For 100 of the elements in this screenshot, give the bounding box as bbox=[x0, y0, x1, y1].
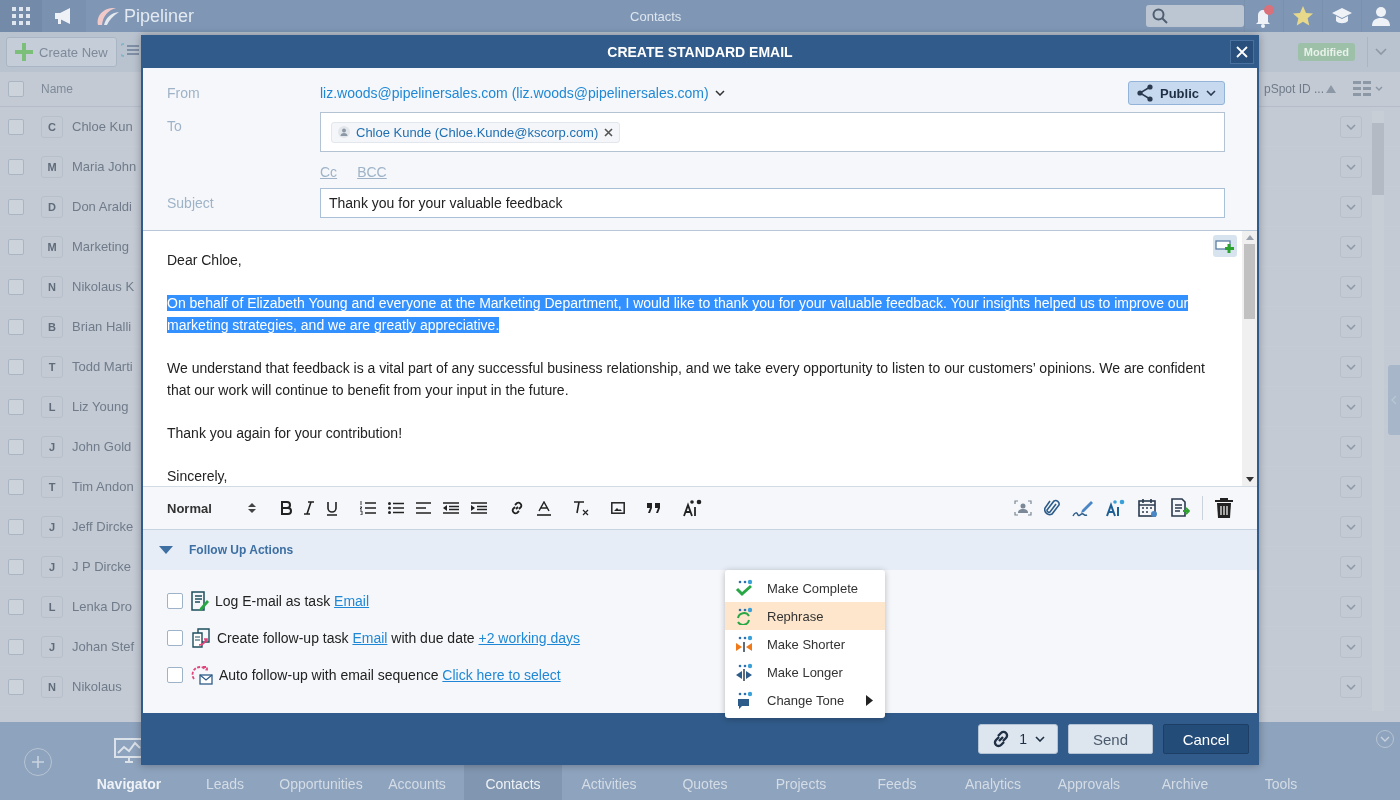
nav-tab[interactable]: Opportunities bbox=[272, 744, 370, 800]
megaphone-icon[interactable] bbox=[42, 0, 86, 32]
contact-name[interactable]: Marketing bbox=[72, 239, 130, 254]
create-new-button[interactable]: Create New bbox=[6, 37, 117, 67]
row-checkbox[interactable] bbox=[8, 278, 24, 295]
action-link[interactable]: Click here to select bbox=[442, 666, 561, 683]
action-checkbox[interactable] bbox=[167, 592, 183, 609]
email-paragraph[interactable]: We understand that feedback is a vital part of any successful business relationship, and we take every opportunity to listen to our customers’ opinions. We are confident that our work will continue to benefit from your input in the future. bbox=[167, 357, 1216, 401]
row-menu-button[interactable] bbox=[1340, 515, 1362, 538]
row-menu-button[interactable] bbox=[1340, 395, 1362, 418]
menu-item[interactable]: Rephrase bbox=[725, 602, 885, 630]
contact-name[interactable]: Nikolaus K bbox=[72, 279, 135, 294]
row-checkbox[interactable] bbox=[8, 398, 24, 415]
row-checkbox[interactable] bbox=[8, 598, 24, 615]
paragraph-style-dropdown[interactable]: Normal bbox=[167, 500, 256, 516]
contact-name[interactable]: Maria John bbox=[72, 159, 137, 174]
row-menu-button[interactable] bbox=[1340, 275, 1362, 298]
close-button[interactable] bbox=[1230, 40, 1254, 64]
row-menu-button[interactable] bbox=[1340, 595, 1362, 618]
column-header[interactable]: Name bbox=[41, 82, 73, 96]
contact-name[interactable]: Lenka Dro bbox=[72, 599, 132, 614]
sender-dropdown[interactable]: liz.woods@pipelinersales.com (liz.woods@pipelinersales.com) bbox=[320, 78, 725, 108]
row-checkbox[interactable] bbox=[8, 158, 24, 175]
contact-name[interactable]: Johan Stef bbox=[72, 639, 135, 654]
field-label: From bbox=[167, 85, 201, 101]
cc-link[interactable]: Cc bbox=[320, 164, 338, 180]
row-menu-button[interactable] bbox=[1340, 355, 1362, 378]
menu-item[interactable]: Make Longer bbox=[725, 658, 885, 686]
contact-name[interactable]: Nikolaus bbox=[72, 679, 122, 694]
row-menu-button[interactable] bbox=[1340, 115, 1362, 138]
row-checkbox[interactable] bbox=[8, 198, 24, 215]
action-link[interactable]: +2 working days bbox=[478, 629, 581, 646]
menu-item[interactable]: Make Complete bbox=[725, 574, 885, 602]
row-menu-button[interactable] bbox=[1340, 155, 1362, 178]
row-checkbox[interactable] bbox=[8, 318, 24, 335]
scroll-down-icon[interactable] bbox=[1245, 477, 1254, 482]
email-paragraph[interactable]: Thank you again for your contribution! bbox=[167, 422, 1216, 444]
subject-field[interactable]: Thank you for your valuable feedback bbox=[320, 188, 1225, 218]
contact-name[interactable]: Chloe Kun bbox=[72, 119, 133, 134]
row-menu-button[interactable] bbox=[1340, 235, 1362, 258]
contact-name[interactable]: Todd Marti bbox=[72, 359, 133, 374]
search-field[interactable] bbox=[1146, 5, 1244, 27]
action-link[interactable]: Email bbox=[334, 592, 370, 609]
contact-name[interactable]: Jeff Dircke bbox=[72, 519, 134, 534]
row-checkbox[interactable] bbox=[8, 558, 24, 575]
contact-name[interactable]: Don Araldi bbox=[72, 199, 132, 214]
row-checkbox[interactable] bbox=[8, 438, 24, 455]
section-title[interactable]: Follow Up Actions bbox=[189, 543, 294, 557]
remove-icon[interactable] bbox=[604, 127, 614, 137]
collapse-panel-handle[interactable] bbox=[1388, 365, 1400, 435]
chevron-down-icon bbox=[1346, 323, 1356, 330]
email-paragraph[interactable]: Dear Chloe, bbox=[167, 249, 1216, 271]
action-link[interactable]: Email bbox=[352, 629, 388, 646]
row-menu-button[interactable] bbox=[1340, 635, 1362, 658]
action-checkbox[interactable] bbox=[167, 666, 183, 683]
nav-tab[interactable]: Navigator bbox=[80, 744, 178, 800]
row-checkbox[interactable] bbox=[8, 638, 24, 655]
row-menu-button[interactable] bbox=[1340, 195, 1362, 218]
row-checkbox[interactable] bbox=[8, 238, 24, 255]
scroll-up-icon[interactable] bbox=[1245, 235, 1254, 240]
bcc-link[interactable]: BCC bbox=[357, 164, 387, 180]
action-checkbox[interactable] bbox=[167, 629, 183, 646]
contact-name[interactable]: Liz Young bbox=[72, 399, 129, 414]
contact-name[interactable]: John Gold bbox=[72, 439, 132, 454]
row-checkbox[interactable] bbox=[8, 518, 24, 535]
cancel-button[interactable]: Cancel bbox=[1163, 724, 1249, 754]
row-checkbox[interactable] bbox=[8, 678, 24, 695]
row-menu-button[interactable] bbox=[1340, 675, 1362, 698]
recipients-field[interactable]: Chloe Kunde (Chloe.Kunde@kscorp.com) bbox=[320, 112, 1225, 152]
visibility-button[interactable]: Public bbox=[1128, 81, 1225, 105]
row-menu-button[interactable] bbox=[1340, 475, 1362, 498]
scrollbar[interactable] bbox=[1242, 231, 1257, 486]
linked-items-button[interactable]: 1 bbox=[978, 724, 1058, 754]
contact-name[interactable]: Tim Andon bbox=[72, 479, 134, 494]
contact-name[interactable]: Brian Halli bbox=[72, 319, 132, 334]
nav-tab[interactable]: Feeds bbox=[848, 744, 946, 800]
row-checkbox[interactable] bbox=[8, 118, 24, 135]
insert-field-icon[interactable] bbox=[1213, 235, 1237, 257]
nav-tab[interactable]: Quotes bbox=[656, 744, 754, 800]
contact-initial-avatar: B bbox=[41, 315, 63, 338]
email-paragraph[interactable]: Sincerely, bbox=[167, 465, 1216, 486]
row-menu-button[interactable] bbox=[1340, 315, 1362, 338]
column-header[interactable]: pSpot ID ... bbox=[1263, 82, 1324, 96]
nav-tab[interactable]: Projects bbox=[752, 744, 850, 800]
row-checkbox[interactable] bbox=[8, 478, 24, 495]
menu-item[interactable]: Make Shorter bbox=[725, 630, 885, 658]
expand-caret-icon[interactable] bbox=[159, 546, 173, 554]
share-icon bbox=[1137, 84, 1153, 102]
nav-tab[interactable]: Activities bbox=[560, 744, 658, 800]
nav-tab[interactable]: Accounts bbox=[368, 744, 466, 800]
row-menu-button[interactable] bbox=[1340, 555, 1362, 578]
nav-tab[interactable]: Leads bbox=[176, 744, 274, 800]
scrollbar-thumb[interactable] bbox=[1244, 244, 1255, 319]
contact-name[interactable]: J P Dircke bbox=[72, 559, 131, 574]
menu-item[interactable]: Change Tone bbox=[725, 686, 885, 714]
row-checkbox[interactable] bbox=[8, 358, 24, 375]
row-menu-button[interactable] bbox=[1340, 435, 1362, 458]
select-all-checkbox[interactable] bbox=[8, 81, 24, 97]
send-button[interactable]: Send bbox=[1068, 724, 1153, 754]
apps-grid-icon[interactable] bbox=[0, 0, 42, 32]
